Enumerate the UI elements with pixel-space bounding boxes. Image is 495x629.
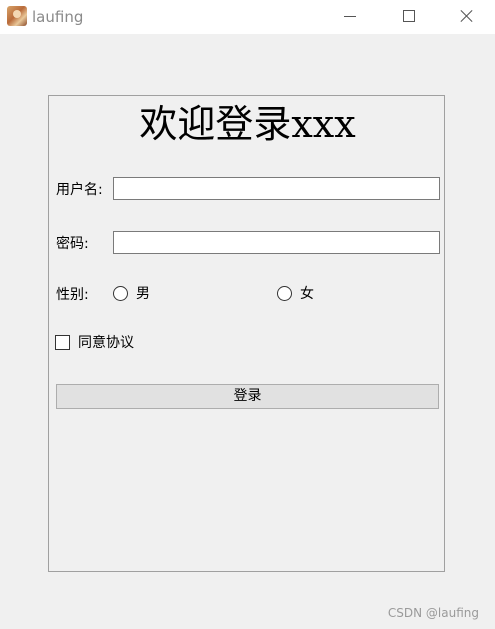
agree-checkbox[interactable] [55, 335, 70, 350]
login-button[interactable]: 登录 [56, 384, 439, 409]
username-label: 用户名: [56, 182, 103, 198]
page-title: 欢迎登录xxx [139, 102, 356, 146]
app-window: laufing 欢迎登录xxx 用户名: 密码: 性别: 男 女 同意协议 登录… [0, 0, 495, 629]
close-button[interactable] [444, 0, 490, 32]
minimize-icon [344, 16, 356, 17]
gender-female-radio[interactable] [277, 286, 292, 301]
title-bar[interactable]: laufing [0, 0, 495, 34]
minimize-button[interactable] [327, 0, 373, 32]
watermark-text: CSDN @laufing [387, 606, 479, 620]
password-label: 密码: [56, 236, 89, 252]
window-title: laufing [32, 8, 84, 26]
gender-male-radio[interactable] [113, 286, 128, 301]
maximize-icon [403, 10, 415, 22]
username-input[interactable] [113, 177, 440, 200]
password-input[interactable] [113, 231, 440, 254]
maximize-button[interactable] [385, 0, 431, 32]
close-icon [460, 9, 474, 23]
gender-female-label[interactable]: 女 [300, 285, 314, 303]
avatar-app-icon [7, 6, 27, 26]
gender-male-label[interactable]: 男 [136, 285, 150, 303]
agree-label[interactable]: 同意协议 [78, 334, 134, 352]
gender-label: 性别: [56, 287, 89, 303]
